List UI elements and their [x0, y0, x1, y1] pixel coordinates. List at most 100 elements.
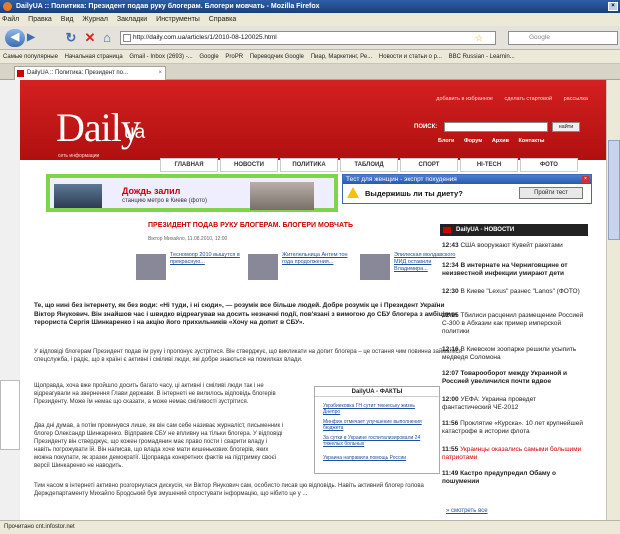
news-item[interactable]: 12:25 Тбилиси расценил размещение Россие…: [442, 312, 586, 336]
rain-ad-banner[interactable]: Дождь залил станцию метро в Киеве (фото): [46, 174, 338, 212]
tab-tabloid[interactable]: ТАБЛОИД: [340, 158, 398, 172]
news-text[interactable]: Товарооборот между Украиной и Россией ув…: [442, 370, 567, 385]
news-text[interactable]: США вооружают Кувейт ракетами: [460, 242, 562, 249]
related-thumbnail: [136, 254, 166, 280]
news-time: 12:25: [442, 312, 459, 319]
back-button[interactable]: ◀: [5, 29, 25, 47]
warning-icon: [347, 187, 359, 198]
tab-sport[interactable]: СПОРТ: [400, 158, 458, 172]
bookmark-star-icon[interactable]: ☆: [475, 32, 483, 44]
news-item[interactable]: 12:07 Товарооборот между Украиной и Росс…: [442, 370, 586, 386]
close-window-icon[interactable]: ×: [608, 2, 618, 11]
tab-photo[interactable]: ФОТО: [520, 158, 578, 172]
bookmark-item[interactable]: Переводчик Google: [250, 54, 304, 60]
scrollbar-thumb[interactable]: [608, 140, 620, 240]
tab-news[interactable]: НОВОСТИ: [220, 158, 278, 172]
fact-link[interactable]: Украина направила помощь России: [323, 455, 433, 461]
site-search-label: ПОИСК:: [414, 124, 438, 130]
header-links: добавить в избранное сделать стартовой р…: [426, 96, 588, 102]
fact-link[interactable]: Укрзбиековка ГН сутит текнеську жизнь Дн…: [323, 403, 433, 415]
menu-file[interactable]: Файл: [2, 16, 19, 23]
tab-politics[interactable]: ПОЛИТИКА: [280, 158, 338, 172]
news-item[interactable]: 11:49 Кастро предупредил Обаму о пошумен…: [442, 470, 586, 486]
menu-bookmarks[interactable]: Закладки: [117, 16, 147, 23]
ad-thumbnail: [54, 184, 102, 208]
news-text[interactable]: В Киевском зоопарке решили усыпить медве…: [442, 346, 576, 361]
related-link[interactable]: Жителельница Антем тон года продолжения.…: [282, 252, 354, 266]
site-tagline: сеть информации: [58, 153, 100, 159]
news-time: 12:07: [442, 370, 459, 377]
diet-test-ad[interactable]: Тест для женщин - экспрт похудения × Выд…: [342, 174, 592, 204]
bookmark-item[interactable]: Новости и статьи о р...: [379, 54, 442, 60]
blogs-link[interactable]: Блоги: [438, 138, 454, 144]
bookmark-item[interactable]: ProPR: [225, 54, 243, 60]
news-time: 12:34: [442, 262, 459, 269]
menu-help[interactable]: Справка: [209, 16, 236, 23]
bookmark-item[interactable]: Начальная страница: [65, 54, 123, 60]
forum-link[interactable]: Форум: [464, 138, 482, 144]
tab-main[interactable]: ГЛАВНАЯ: [160, 158, 218, 172]
bookmark-item[interactable]: Пиар, Маркетинг, Ре...: [311, 54, 373, 60]
site-search-button[interactable]: найти: [552, 122, 580, 132]
ad-row: Дождь залил станцию метро в Киеве (фото)…: [36, 174, 602, 214]
news-item[interactable]: 12:00 УЕФА: Украина проведет фантастичес…: [442, 396, 586, 412]
related-item[interactable]: Жителельница Антем тон года продолжения.…: [248, 252, 358, 290]
bookmark-item[interactable]: Gmail - Inbox (2693) -...: [129, 54, 192, 60]
news-item[interactable]: 12:43 США вооружают Кувейт ракетами: [442, 242, 586, 250]
bookmarks-toolbar: Самые популярные Начальная страница Gmai…: [0, 50, 620, 64]
browser-tab[interactable]: DailyUA :: Политика: Президент по... ×: [14, 66, 166, 80]
add-favorites-link[interactable]: добавить в избранное: [436, 96, 493, 102]
ad-close-icon[interactable]: ×: [582, 176, 589, 183]
contacts-link[interactable]: Контакты: [519, 138, 545, 144]
tab-close-icon[interactable]: ×: [158, 67, 162, 80]
bookmark-item[interactable]: BBC Russian - Learnin...: [449, 54, 515, 60]
site-search-input[interactable]: [444, 122, 548, 132]
related-articles: Тесномопр 2010 вышутся в прекрасную... Ж…: [136, 252, 466, 292]
fact-link[interactable]: Минфин отмечает улучшение выполнения бюд…: [323, 419, 433, 431]
forward-button[interactable]: ▶: [24, 29, 38, 46]
news-text[interactable]: Тбилиси расценил размещение Россией С-30…: [442, 312, 583, 335]
search-input[interactable]: Google: [508, 31, 618, 45]
menu-history[interactable]: Журнал: [82, 16, 108, 23]
sidebar-header: DailyUA - НОВОСТИ: [440, 224, 588, 236]
article-byline: Віктор Михайло, 11.08.2010, 12:00: [148, 236, 228, 242]
archive-link[interactable]: Архив: [492, 138, 509, 144]
take-test-button[interactable]: Пройти тест: [519, 187, 583, 199]
bookmark-item[interactable]: Google: [199, 54, 218, 60]
news-item[interactable]: 11:56 Проклятие «Курска». 10 лет крупней…: [442, 420, 586, 436]
page-viewport: Daily ua сеть информации добавить в избр…: [0, 80, 620, 520]
home-icon[interactable]: ⌂: [100, 29, 114, 46]
menu-bar: Файл Правка Вид Журнал Закладки Инструме…: [0, 13, 620, 26]
news-text[interactable]: Проклятие «Курска». 10 лет крупнейшей ка…: [442, 420, 583, 435]
article-paragraph: Щоправда, хоча вже пройшло досить багато…: [34, 383, 276, 405]
vertical-scrollbar[interactable]: [606, 80, 620, 520]
related-item[interactable]: Тесномопр 2010 вышутся в прекрасную...: [136, 252, 246, 290]
news-item[interactable]: 11:55 Украинцы оказались самыми большими…: [442, 446, 586, 462]
make-homepage-link[interactable]: сделать стартовой: [504, 96, 552, 102]
see-all-news-link[interactable]: » смотреть все: [446, 508, 488, 514]
news-text[interactable]: В интернате на Черниговщине от неизвестн…: [442, 262, 568, 277]
news-text[interactable]: Украинцы оказались самыми большими патри…: [442, 446, 581, 461]
menu-tools[interactable]: Инструменты: [156, 16, 200, 23]
bookmark-item[interactable]: Самые популярные: [3, 54, 58, 60]
news-item[interactable]: 12:34 В интернате на Черниговщине от неи…: [442, 262, 586, 278]
news-item[interactable]: 12:30 В Киеве "Lexus" разнес "Lanos" (ФО…: [442, 288, 586, 296]
news-text[interactable]: В Киеве "Lexus" разнес "Lanos" (ФОТО): [460, 288, 579, 295]
news-sidebar: DailyUA - НОВОСТИ 12:43 США вооружают Ку…: [440, 224, 588, 520]
site-logo-suffix: ua: [124, 122, 146, 143]
stop-icon[interactable]: ✕: [83, 29, 97, 46]
reload-icon[interactable]: ↻: [64, 29, 78, 46]
newsletter-link[interactable]: рассылка: [564, 96, 588, 102]
news-item[interactable]: 12:16 В Киевском зоопарке решили усыпить…: [442, 346, 586, 362]
related-link[interactable]: Тесномопр 2010 вышутся в прекрасную...: [170, 252, 242, 266]
fact-link[interactable]: За сутки в Украине госпитализировали 24 …: [323, 435, 433, 447]
status-bar: Прочитано cnt.infostor.net: [0, 520, 620, 534]
news-text[interactable]: Кастро предупредил Обаму о пошумении: [442, 470, 556, 485]
menu-view[interactable]: Вид: [61, 16, 74, 23]
address-bar[interactable]: http://daily.com.ua/articles/1/2010-08-1…: [120, 31, 496, 45]
article-paragraph: Два дні думав, а потім прокинувся лише, …: [34, 423, 284, 469]
dailyua-mini-logo: [443, 227, 451, 233]
menu-edit[interactable]: Правка: [28, 16, 52, 23]
article-title: ПРЕЗИДЕНТ ПОДАВ РУКУ БЛОГЕРАМ. БЛОГЕРИ М…: [148, 222, 353, 229]
tab-hitech[interactable]: HI-TECH: [460, 158, 518, 172]
